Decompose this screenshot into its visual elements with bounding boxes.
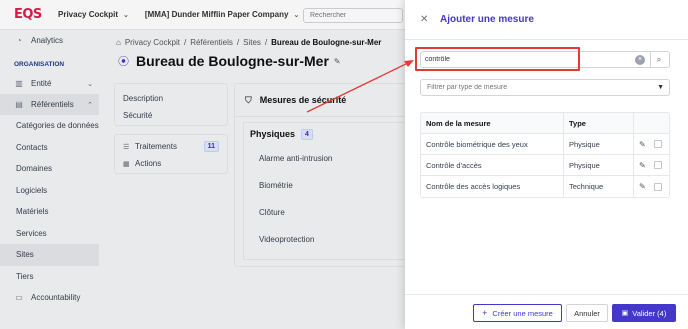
type-filter-input[interactable] [421, 84, 646, 91]
edit-icon[interactable]: ✎ [639, 140, 646, 149]
clear-icon[interactable]: × [635, 54, 645, 65]
row-checkbox[interactable] [653, 161, 662, 169]
measures-table: Nom de la mesure Type Contrôle biométriq… [420, 112, 670, 198]
row-actions: ✎ [633, 155, 669, 175]
close-icon[interactable]: ✕ [420, 14, 434, 25]
table-header-row: Nom de la mesure Type [421, 113, 669, 134]
type-filter-box: ▼ [420, 79, 670, 96]
table-row[interactable]: Contrôle biométrique des yeux Physique ✎ [421, 134, 669, 155]
measure-type: Technique [563, 176, 633, 197]
cancel-button[interactable]: Annuler [566, 304, 608, 322]
validate-label: Valider (4) [632, 308, 667, 318]
save-icon: ▣ [621, 310, 629, 317]
column-header-type: Type [563, 113, 633, 133]
drawer-header: ✕ Ajouter une mesure [405, 0, 688, 40]
row-actions: ✎ [633, 134, 669, 154]
create-measure-button[interactable]: + Créer une mesure [473, 304, 562, 322]
plus-icon: + [482, 308, 488, 318]
create-measure-label: Créer une mesure [492, 308, 553, 318]
table-row[interactable]: Contrôle d'accès Physique ✎ [421, 155, 669, 176]
row-checkbox[interactable] [653, 140, 662, 148]
drawer-footer: + Créer une mesure Annuler ▣ Valider (4) [405, 294, 688, 329]
measure-name: Contrôle d'accès [426, 160, 482, 170]
row-actions: ✎ [633, 176, 669, 197]
search-icon[interactable]: ⌕ [650, 52, 667, 67]
annotation-highlight-box [415, 47, 580, 71]
filter-icon[interactable]: ▼ [657, 84, 664, 91]
backdrop-overlay[interactable] [0, 0, 405, 329]
column-header-actions [633, 113, 669, 133]
validate-button[interactable]: ▣ Valider (4) [612, 304, 676, 322]
measure-name: Contrôle biométrique des yeux [426, 139, 528, 149]
measure-type: Physique [563, 155, 633, 175]
measure-type: Physique [563, 134, 633, 154]
drawer-title: Ajouter une mesure [440, 14, 534, 25]
add-measure-drawer: ✕ Ajouter une mesure × ⌕ ▼ Nom de la mes… [405, 0, 688, 329]
edit-icon[interactable]: ✎ [639, 161, 646, 170]
column-header-name: Nom de la mesure [426, 118, 491, 128]
measure-name: Contrôle des accès logiques [426, 182, 521, 191]
row-checkbox[interactable] [653, 182, 662, 191]
table-row[interactable]: Contrôle des accès logiques Technique ✎ [421, 176, 669, 197]
edit-icon[interactable]: ✎ [639, 182, 646, 191]
